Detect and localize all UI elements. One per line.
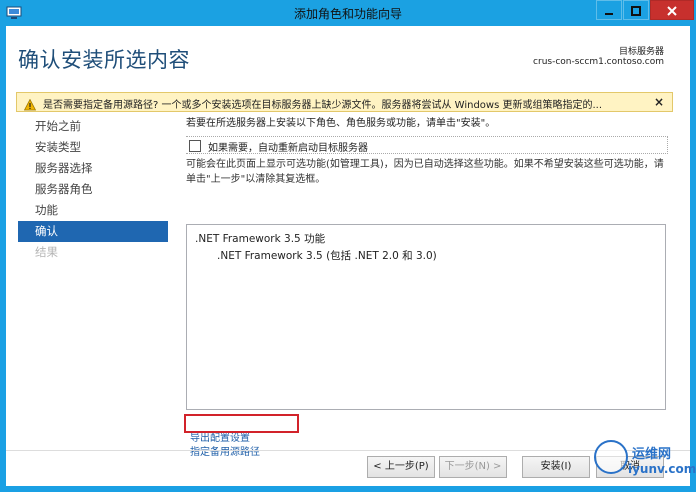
nav-item-server-roles[interactable]: 服务器角色 [18, 179, 168, 200]
nav-item-confirmation[interactable]: 确认 [18, 221, 168, 242]
restart-checkbox[interactable] [189, 140, 201, 152]
selected-features-list[interactable]: .NET Framework 3.5 功能 .NET Framework 3.5… [186, 224, 666, 410]
restart-option[interactable]: 如果需要，自动重新启动目标服务器 [186, 136, 668, 154]
footer-divider [6, 450, 690, 451]
minimize-icon [604, 1, 614, 20]
destination-server-name: crus-con-sccm1.contoso.com [533, 57, 664, 67]
warning-close-icon[interactable]: × [654, 95, 664, 109]
watermark-url: iyunv.com [628, 462, 696, 476]
feature-item: .NET Framework 3.5 功能 [195, 233, 326, 245]
wizard-window: 添加角色和功能向导 确认安装所选内容 目标服务器 crus-con-sccm1.… [0, 0, 696, 492]
nav-item-results: 结果 [35, 245, 58, 259]
destination-server-label: 目标服务器 [618, 47, 664, 57]
window-title: 添加角色和功能向导 [293, 7, 402, 21]
page-title: 确认安装所选内容 [18, 48, 190, 72]
wizard-content: 确认安装所选内容 目标服务器 crus-con-sccm1.contoso.co… [6, 26, 690, 486]
title-bar[interactable]: 添加角色和功能向导 [0, 0, 696, 26]
watermark-text: 运维网 [632, 447, 672, 462]
wizard-steps-nav: 开始之前 安装类型 服务器选择 服务器角色 功能 确认 结果 [18, 116, 168, 263]
warning-bar[interactable]: 是否需要指定备用源路径? 一个或多个安装选项在目标服务器上缺少源文件。服务器将尝… [16, 92, 673, 112]
nav-item-before-you-begin[interactable]: 开始之前 [18, 116, 168, 137]
next-button: 下一步(N) > [439, 456, 507, 478]
maximize-button[interactable] [623, 0, 649, 20]
close-icon [667, 1, 677, 20]
nav-item-server-selection[interactable]: 服务器选择 [18, 158, 168, 179]
restart-checkbox-label[interactable]: 如果需要，自动重新启动目标服务器 [208, 139, 368, 154]
minimize-button[interactable] [596, 0, 622, 20]
watermark-logo-icon [594, 440, 628, 474]
nav-item-features[interactable]: 功能 [18, 200, 168, 221]
previous-button[interactable]: < 上一步(P) [367, 456, 435, 478]
nav-item-installation-type[interactable]: 安装类型 [18, 137, 168, 158]
intro-text: 若要在所选服务器上安装以下角色、角色服务或功能，请单击"安装"。 [186, 118, 496, 129]
warning-icon [23, 96, 37, 111]
close-button[interactable] [650, 0, 694, 20]
install-button[interactable]: 安装(I) [522, 456, 590, 478]
feature-subitem: .NET Framework 3.5 (包括 .NET 2.0 和 3.0) [217, 250, 437, 262]
warning-text: 是否需要指定备用源路径? 一个或多个安装选项在目标服务器上缺少源文件。服务器将尝… [43, 100, 603, 111]
annotation-highlight-box [184, 414, 299, 433]
optional-features-note: 可能会在此页面上显示可选功能(如管理工具)，因为已自动选择这些功能。如果不希望安… [186, 159, 664, 185]
maximize-icon [631, 1, 641, 20]
